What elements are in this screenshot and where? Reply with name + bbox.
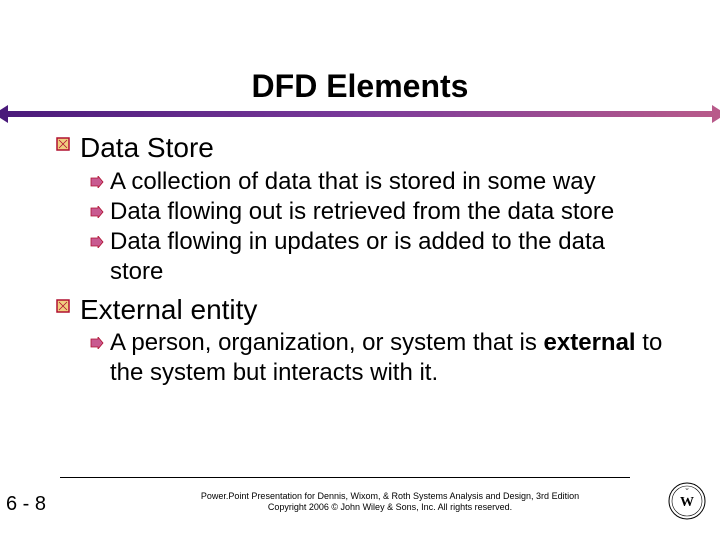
arrow-bullet-icon: [90, 235, 108, 253]
footer-divider: [60, 477, 630, 478]
page-number: 6 - 8: [6, 493, 46, 516]
level2-item: A collection of data that is stored in s…: [90, 167, 664, 197]
level1-item: External entity: [56, 293, 664, 327]
level2-text: A person, organization, or system that i…: [110, 328, 664, 388]
svg-text:W: W: [686, 487, 689, 491]
level2-text: A collection of data that is stored in s…: [110, 167, 596, 197]
level1-item: Data Store: [56, 131, 664, 165]
arrow-bullet-icon: [90, 205, 108, 223]
level2-item: Data flowing out is retrieved from the d…: [90, 197, 664, 227]
level2-text: Data flowing in updates or is added to t…: [110, 227, 664, 287]
footer-line2: Copyright 2006 © John Wiley & Sons, Inc.…: [268, 502, 512, 512]
slide-body: Data Store A collection of data that is …: [0, 131, 720, 388]
arrow-bullet-icon: [90, 175, 108, 193]
svg-text:W: W: [680, 495, 694, 510]
level2-item: Data flowing in updates or is added to t…: [90, 227, 664, 287]
level1-text: Data Store: [80, 131, 214, 165]
title-arrow-divider: [4, 111, 716, 117]
footer-text: Power.Point Presentation for Dennis, Wix…: [160, 491, 620, 514]
footer-line1: Power.Point Presentation for Dennis, Wix…: [201, 491, 579, 501]
wiley-logo-icon: W W: [666, 480, 708, 522]
square-bullet-icon: [56, 137, 76, 156]
level1-text: External entity: [80, 293, 257, 327]
slide-title: DFD Elements: [0, 0, 720, 111]
square-bullet-icon: [56, 299, 76, 318]
level2-text: Data flowing out is retrieved from the d…: [110, 197, 614, 227]
level2-item: A person, organization, or system that i…: [90, 328, 664, 388]
arrow-bullet-icon: [90, 336, 108, 354]
